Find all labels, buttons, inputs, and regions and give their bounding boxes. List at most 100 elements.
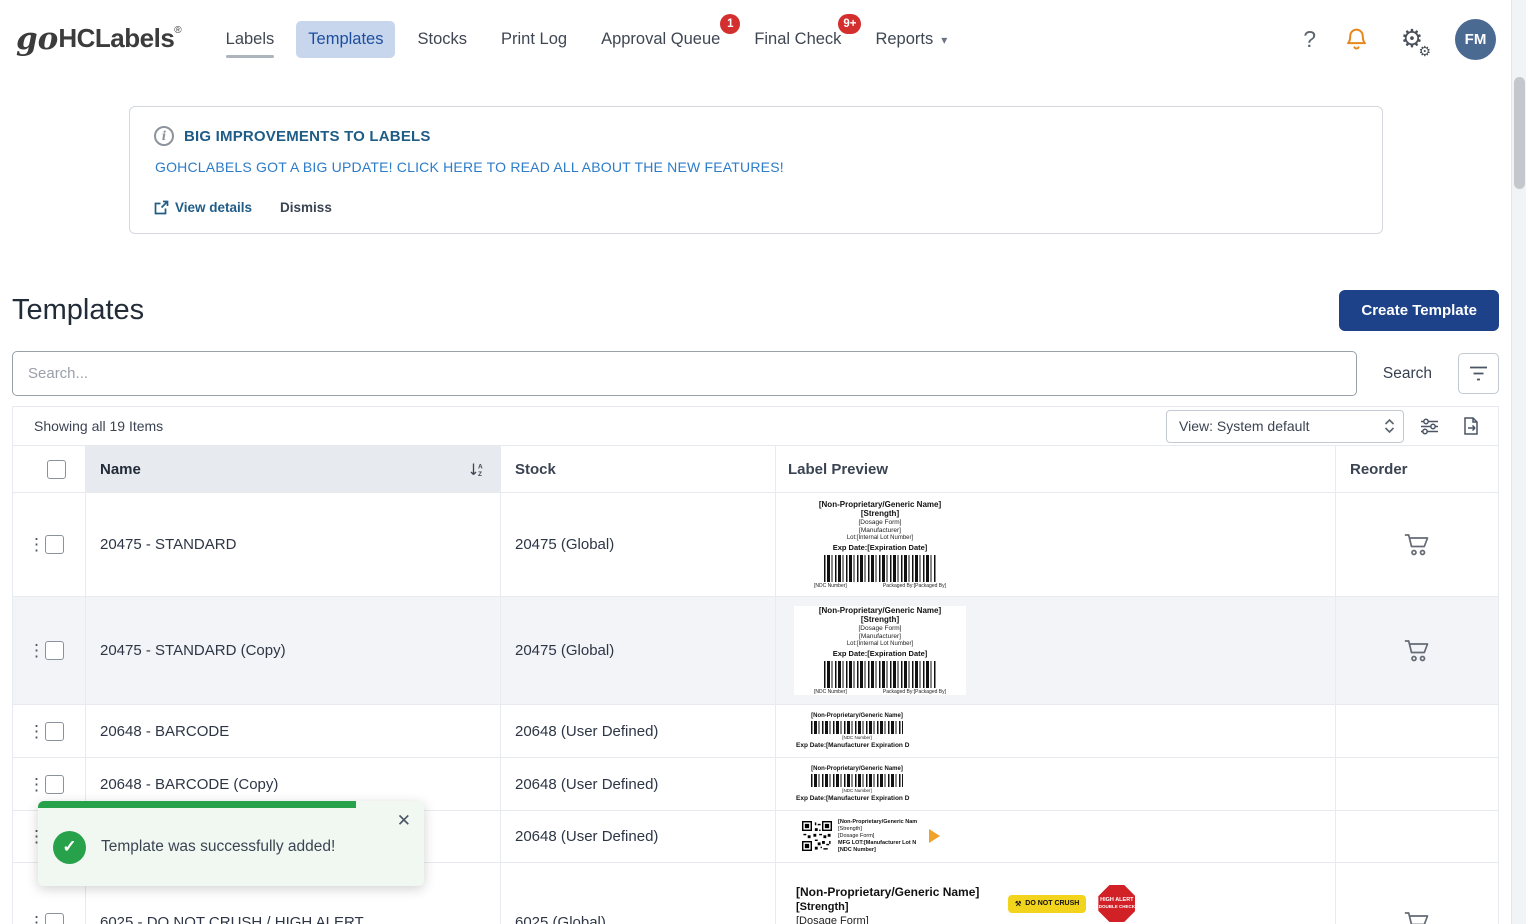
toast-message: Template was successfully added! [101, 838, 336, 855]
filter-icon [1470, 366, 1487, 381]
main-nav: Labels Templates Stocks Print Log Approv… [214, 13, 960, 58]
drag-handle-icon[interactable]: ⋮ [28, 723, 45, 740]
drag-handle-icon[interactable]: ⋮ [28, 828, 45, 845]
label-preview: [Non-Proprietary/Generic Nam [Strength] … [802, 819, 941, 855]
row-checkbox[interactable] [45, 535, 64, 554]
nav-labels[interactable]: Labels [214, 21, 287, 58]
column-header-name[interactable]: Name [100, 461, 141, 478]
barcode [811, 721, 903, 734]
label-preview: [Non-Proprietary/Generic Name] [Strength… [796, 885, 1136, 924]
nav-approval-queue[interactable]: Approval Queue 1 [589, 13, 741, 58]
logo-text: HCLabels [58, 22, 175, 53]
template-name: 20475 - STANDARD [85, 493, 500, 596]
success-check-icon: ✓ [53, 830, 86, 864]
template-stock: 6025 (Global) [500, 863, 775, 924]
settings-gear-icon[interactable]: ⚙ ⚙ [1397, 24, 1431, 58]
barcode [824, 555, 936, 583]
drag-handle-icon[interactable]: ⋮ [28, 776, 45, 793]
cart-icon[interactable] [1404, 639, 1431, 662]
column-header-preview: Label Preview [775, 446, 1335, 492]
warning-triangle-icon [929, 829, 941, 844]
svg-text:Z: Z [478, 471, 482, 477]
table-row[interactable]: ⋮ 20475 - STANDARD (Copy) 20475 (Global)… [13, 596, 1498, 704]
filter-button[interactable] [1458, 353, 1499, 394]
view-select[interactable]: View: System default [1166, 409, 1404, 443]
select-all-checkbox[interactable] [47, 459, 66, 479]
barcode [824, 661, 936, 689]
label-preview-cell: [Non-Proprietary/Generic Name] [Strength… [775, 597, 1335, 704]
label-preview-cell: [Non-Proprietary/Generic Name] [Strength… [775, 863, 1335, 924]
nav-approval-queue-label: Approval Queue [601, 29, 721, 48]
qr-code [802, 821, 832, 852]
row-checkbox[interactable] [45, 641, 64, 660]
search-button[interactable]: Search [1357, 365, 1458, 383]
label-preview-cell: [Non-Proprietary/Generic Name] [Strength… [775, 493, 1335, 596]
nav-print-log[interactable]: Print Log [489, 21, 579, 58]
drag-handle-icon[interactable]: ⋮ [28, 914, 45, 924]
barcode [811, 774, 903, 787]
notifications-bell-icon[interactable] [1344, 26, 1369, 52]
toast-progress-bar [38, 801, 356, 808]
nav-templates[interactable]: Templates [296, 20, 396, 58]
results-count: Showing all 19 Items [34, 418, 164, 434]
nav-stocks[interactable]: Stocks [405, 21, 479, 58]
logo-prefix: go [16, 20, 59, 57]
high-alert-badge: HIGH ALERT DOUBLE CHECK [1098, 885, 1136, 922]
row-checkbox[interactable] [45, 774, 64, 794]
user-avatar[interactable]: FM [1455, 18, 1496, 60]
template-stock: 20475 (Global) [500, 597, 775, 704]
label-preview-cell: [Non-Proprietary/Generic Name] [NDC Numb… [775, 758, 1335, 810]
drag-handle-icon[interactable]: ⋮ [28, 536, 45, 553]
label-preview-cell: [Non-Proprietary/Generic Nam [Strength] … [775, 811, 1335, 862]
top-nav: go HCLabels ® Labels Templates Stocks Pr… [0, 0, 1526, 78]
template-name: 20475 - STANDARD (Copy) [85, 597, 500, 704]
label-preview: [Non-Proprietary/Generic Name] [NDC Numb… [796, 766, 910, 802]
create-template-button[interactable]: Create Template [1339, 290, 1499, 331]
label-preview: [Non-Proprietary/Generic Name] [Strength… [794, 605, 966, 696]
registered-mark: ® [174, 24, 182, 36]
do-not-crush-badge: ⚒ DO NOT CRUSH [1008, 894, 1087, 913]
column-header-reorder: Reorder [1335, 446, 1498, 492]
chevron-down-icon: ▾ [941, 32, 948, 47]
svg-text:A: A [478, 463, 483, 470]
close-icon[interactable]: ✕ [397, 812, 411, 829]
info-icon: i [154, 126, 174, 146]
page-scrollbar[interactable] [1511, 0, 1526, 924]
row-checkbox[interactable] [45, 913, 64, 924]
approval-queue-badge: 1 [720, 13, 741, 34]
table-row[interactable]: ⋮ 20648 - BARCODE 20648 (User Defined) [… [13, 704, 1498, 757]
dismiss-link[interactable]: Dismiss [280, 200, 332, 215]
export-icon[interactable] [1454, 410, 1488, 443]
table-row[interactable]: ⋮ 20475 - STANDARD 20475 (Global) [Non-P… [13, 492, 1498, 596]
label-preview-cell: [Non-Proprietary/Generic Name] [NDC Numb… [775, 705, 1335, 757]
template-name: 20648 - BARCODE [85, 705, 500, 757]
nav-final-check[interactable]: Final Check 9+ [742, 13, 862, 58]
row-checkbox[interactable] [45, 721, 64, 741]
template-stock: 20648 (User Defined) [500, 811, 775, 862]
nav-reports[interactable]: Reports ▾ [863, 21, 959, 58]
view-details-link[interactable]: View details [154, 200, 252, 215]
label-preview: [Non-Proprietary/Generic Name] [Strength… [814, 499, 946, 590]
cart-icon[interactable] [1404, 533, 1431, 556]
scrollbar-thumb[interactable] [1514, 77, 1525, 189]
search-bar: Search [12, 351, 1499, 396]
template-stock: 20648 (User Defined) [500, 758, 775, 810]
nav-reports-label: Reports [875, 29, 934, 48]
template-stock: 20475 (Global) [500, 493, 775, 596]
template-stock: 20648 (User Defined) [500, 705, 775, 757]
help-icon[interactable]: ? [1303, 26, 1316, 53]
banner-message-link[interactable]: GOHCLABELS GOT A BIG UPDATE! CLICK HERE … [155, 159, 1358, 175]
column-header-stock[interactable]: Stock [500, 446, 775, 492]
success-toast: ✓ Template was successfully added! ✕ [38, 801, 424, 886]
header-actions: ? ⚙ ⚙ FM [1303, 18, 1496, 60]
search-input[interactable] [12, 351, 1357, 396]
sort-icon[interactable]: AZ [469, 462, 486, 477]
cart-icon[interactable] [1404, 911, 1431, 924]
nav-final-check-label: Final Check [754, 29, 842, 48]
column-settings-icon[interactable] [1412, 410, 1446, 443]
app-logo[interactable]: go HCLabels ® [16, 20, 182, 57]
drag-handle-icon[interactable]: ⋮ [28, 642, 45, 659]
announcement-banner: i BIG IMPROVEMENTS TO LABELS GOHCLABELS … [129, 106, 1383, 234]
page-title: Templates [12, 294, 145, 326]
select-chevrons-icon [1384, 418, 1395, 434]
